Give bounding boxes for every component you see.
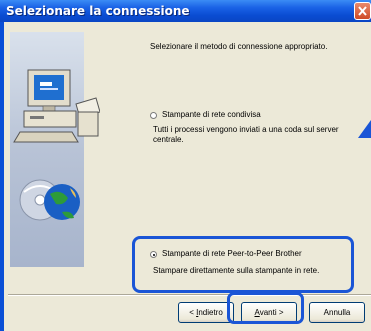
dialog-window: Selezionare la connessione Selezionare i… bbox=[0, 0, 371, 331]
selected-option-highlight bbox=[132, 236, 354, 293]
shared-printer-label[interactable]: Stampante di rete condivisa bbox=[162, 110, 261, 119]
footer-divider bbox=[8, 294, 371, 296]
close-button[interactable] bbox=[354, 2, 371, 20]
pointer-arrow-icon bbox=[358, 120, 371, 138]
shared-printer-radio[interactable] bbox=[150, 112, 157, 119]
illustration-panel bbox=[10, 32, 100, 267]
back-button[interactable]: < Indietro bbox=[178, 302, 234, 323]
next-button-highlight bbox=[227, 292, 304, 324]
shared-printer-description: Tutti i processi vengono inviati a una c… bbox=[153, 125, 339, 144]
computer-illustration bbox=[13, 69, 100, 221]
back-button-rest: ndietro bbox=[198, 308, 223, 317]
instruction-text: Selezionare il metodo di connessione app… bbox=[150, 42, 328, 51]
cancel-button[interactable]: Annulla bbox=[309, 302, 365, 323]
window-title: Selezionare la connessione bbox=[6, 4, 190, 18]
close-icon bbox=[358, 6, 367, 16]
title-bar[interactable]: Selezionare la connessione bbox=[0, 0, 371, 22]
